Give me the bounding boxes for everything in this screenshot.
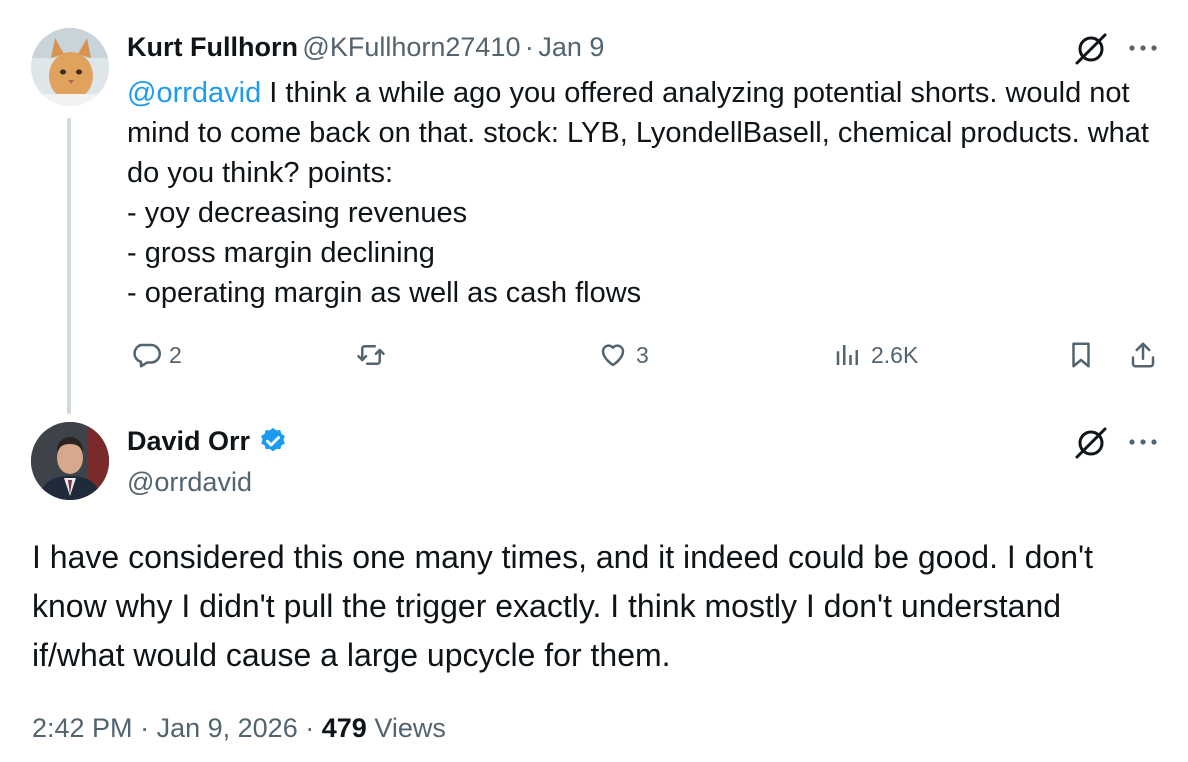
more-options-button[interactable] [1126,36,1160,60]
views-label: Views [374,713,446,743]
parent-tweet-body: I think a while ago you offered analyzin… [127,77,1149,309]
ellipsis-icon [1129,45,1157,51]
reply-button[interactable]: 2 [131,340,182,370]
thread-connector-line [67,118,71,414]
reply-count: 2 [169,341,182,368]
person-avatar-icon [31,422,109,500]
ellipsis-icon [1129,439,1157,445]
more-options-button-main[interactable] [1126,430,1160,454]
meta-separator-2: · [305,713,315,743]
david-avatar[interactable] [31,422,109,500]
parent-tweet-text: @orrdavid I think a while ago you offere… [127,73,1157,313]
main-author-handle[interactable]: @orrdavid [127,466,252,498]
tweet-date[interactable]: Jan 9, 2026 [157,713,298,743]
views-button[interactable]: 2.6K [833,340,918,370]
slash-circle-icon [1075,33,1107,65]
grok-button-main[interactable] [1072,424,1110,462]
retweet-icon [357,345,385,365]
reply-icon [133,343,161,368]
cat-avatar-icon [31,28,109,106]
main-tweet-text: I have considered this one many times, a… [32,539,1094,673]
like-count: 3 [636,341,649,368]
tweet-metadata: 2:42 PM · Jan 9, 2026 · 479 Views [32,708,446,748]
views-count: 2.6K [871,341,919,368]
parent-date-separator: · [524,32,534,62]
tweet-time[interactable]: 2:42 PM [32,713,133,743]
share-button[interactable] [1128,340,1158,370]
bookmark-icon [1072,342,1090,368]
grok-button[interactable] [1072,30,1110,68]
views-total: 479 [321,713,367,743]
parent-tweet-header: Kurt Fullhorn @KFullhorn27410 · Jan 9 [127,31,604,63]
retweet-button[interactable] [356,340,386,370]
slash-circle-icon [1075,427,1107,459]
parent-author-handle[interactable]: @KFullhorn27410 [302,32,520,62]
analytics-icon [836,345,858,365]
parent-date[interactable]: Jan 9 [538,32,604,62]
parent-author-name[interactable]: Kurt Fullhorn [127,32,298,62]
verified-badge-icon [261,427,285,452]
heart-icon [601,344,625,367]
main-author-row: David Orr [127,425,288,457]
meta-separator: · [140,713,150,743]
main-author-name[interactable]: David Orr [127,425,250,457]
share-icon [1131,342,1155,368]
bookmark-button[interactable] [1066,340,1096,370]
mention-link[interactable]: @orrdavid [127,77,261,109]
like-button[interactable]: 3 [598,340,649,370]
kurt-avatar[interactable] [31,28,109,106]
